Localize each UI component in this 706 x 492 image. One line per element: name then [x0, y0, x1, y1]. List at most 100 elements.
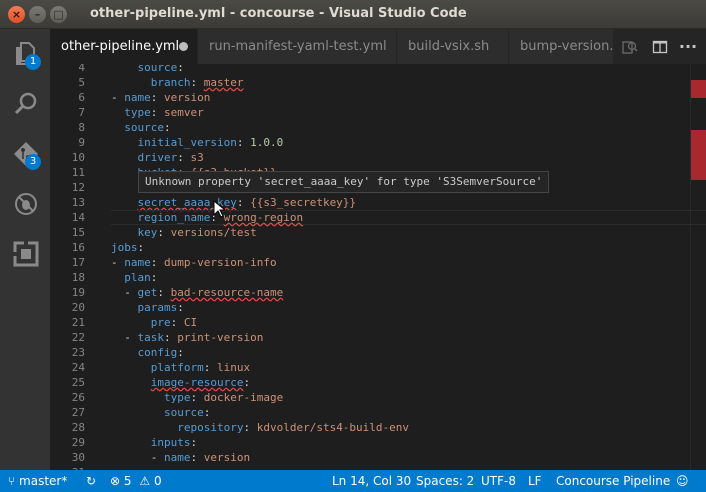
code-line[interactable]: 13 secret_aaaa_key: {{s3_secretkey}}: [50, 195, 706, 210]
activity-search[interactable]: [0, 79, 50, 129]
line-content: platform: linux: [111, 360, 250, 375]
yaml-colon: :: [190, 76, 198, 89]
error-icon: ⊗: [110, 474, 121, 488]
branch-name: master*: [19, 474, 68, 488]
yaml-value: versions/test: [170, 226, 257, 239]
yaml-value: docker-image: [203, 391, 284, 404]
yaml-key: key: [137, 226, 158, 239]
line-number: 14: [71, 211, 85, 224]
code-line[interactable]: 8 source:: [50, 120, 706, 135]
code-line[interactable]: 28 repository: kdvolder/sts4-build-env: [50, 420, 706, 435]
code-line[interactable]: 23 config:: [50, 345, 706, 360]
maximize-window-button[interactable]: □: [50, 6, 67, 23]
yaml-colon: :: [203, 406, 211, 419]
yaml-colon: :: [243, 376, 251, 389]
warning-icon: ⚠: [139, 474, 151, 488]
yaml-value: bad-resource-name: [170, 286, 284, 299]
line-number: 5: [78, 76, 85, 89]
problems-indicator[interactable]: ⊗ 5 ⚠ 0: [110, 470, 162, 492]
tab-label: build-vsix.sh: [408, 39, 490, 54]
line-number: 26: [71, 391, 85, 404]
minimize-window-button[interactable]: –: [29, 6, 46, 23]
activity-extensions[interactable]: [0, 229, 50, 279]
code-line[interactable]: 17 - name: dump-version-info: [50, 255, 706, 270]
feedback-button[interactable]: ☺: [676, 470, 689, 492]
code-line[interactable]: 20 params:: [50, 300, 706, 315]
line-ending[interactable]: LF: [528, 470, 542, 492]
tab-other-pipeline[interactable]: other-pipeline.yml: [50, 29, 198, 64]
open-changes-icon[interactable]: [616, 29, 644, 64]
yaml-value: version: [203, 451, 251, 464]
encoding[interactable]: UTF-8: [481, 470, 516, 492]
code-line[interactable]: 14 region_name: wrong-region: [50, 210, 706, 225]
yaml-key: plan: [124, 271, 151, 284]
line-number: 10: [71, 151, 85, 164]
indentation[interactable]: Spaces: 2: [416, 470, 474, 492]
code-line[interactable]: 4 source:: [50, 64, 706, 75]
line-content: config:: [111, 345, 184, 360]
code-editor[interactable]: 4 source: 5 branch: master 6- name: versio…: [50, 64, 706, 470]
yaml-colon: :: [164, 121, 171, 134]
line-number: 15: [71, 226, 85, 239]
overview-error-marker: [691, 130, 706, 180]
branch-indicator[interactable]: ⑂ master*: [8, 470, 67, 492]
code-line[interactable]: 7 type: semver: [50, 105, 706, 120]
close-window-button[interactable]: ×: [8, 6, 25, 23]
code-line[interactable]: 26 type: docker-image: [50, 390, 706, 405]
yaml-key: source: [137, 64, 178, 74]
line-number: 7: [78, 106, 85, 119]
unsaved-dot-icon[interactable]: [179, 42, 188, 51]
activity-debug[interactable]: [0, 179, 50, 229]
language-mode[interactable]: Concourse Pipeline: [556, 470, 670, 492]
split-editor-icon[interactable]: [646, 29, 674, 64]
code-line[interactable]: 19 - get: bad-resource-name: [50, 285, 706, 300]
line-content: source:: [111, 120, 171, 135]
line-content: params:: [111, 300, 184, 315]
code-line[interactable]: 25 image-resource:: [50, 375, 706, 390]
yaml-colon: :: [190, 436, 198, 449]
yaml-value: wrong-region: [223, 211, 304, 224]
code-line[interactable]: 29 inputs:: [50, 435, 706, 450]
code-line[interactable]: 21 pre: CI: [50, 315, 706, 330]
yaml-key: name: [163, 451, 191, 464]
code-line[interactable]: 22 - task: print-version: [50, 330, 706, 345]
yaml-colon: :: [170, 316, 178, 329]
code-line[interactable]: 27 source:: [50, 405, 706, 420]
code-line[interactable]: 6 - name: version: [50, 90, 706, 105]
code-line[interactable]: 15 key: versions/test: [50, 225, 706, 240]
code-line[interactable]: 5 branch: master: [50, 75, 706, 90]
tab-bump-version[interactable]: bump-version.sh: [509, 29, 614, 64]
tab-build-vsix[interactable]: build-vsix.sh: [397, 29, 509, 64]
yaml-key: jobs: [111, 241, 138, 254]
tab-run-manifest[interactable]: run-manifest-yaml-test.yml: [198, 29, 397, 64]
more-actions-button[interactable]: ···: [674, 29, 702, 64]
code-line[interactable]: 16 jobs:: [50, 240, 706, 255]
yaml-key: driver: [137, 151, 178, 164]
indent: -: [111, 91, 125, 104]
code-line[interactable]: 24 platform: linux: [50, 360, 706, 375]
yaml-colon: :: [236, 136, 244, 149]
code-line[interactable]: 9 initial_version: 1.0.0: [50, 135, 706, 150]
line-content: - name: version: [111, 90, 210, 105]
code-line[interactable]: 30 - name: version: [50, 450, 706, 465]
line-content: - task: print-version: [111, 330, 263, 345]
yaml-colon: :: [177, 346, 184, 359]
activity-explorer[interactable]: 1: [0, 29, 50, 79]
activity-source-control[interactable]: 3: [0, 129, 50, 179]
cursor-position[interactable]: Ln 14, Col 30: [332, 470, 411, 492]
yaml-key: region_name: [137, 211, 211, 224]
code-line[interactable]: 10 driver: s3: [50, 150, 706, 165]
line-content: key: versions/test: [111, 225, 257, 240]
code-line[interactable]: 18 plan:: [50, 270, 706, 285]
yaml-value: s3: [190, 151, 204, 164]
indent: -: [111, 286, 138, 299]
yaml-key: get: [137, 286, 158, 299]
sync-button[interactable]: ↻: [86, 470, 96, 492]
